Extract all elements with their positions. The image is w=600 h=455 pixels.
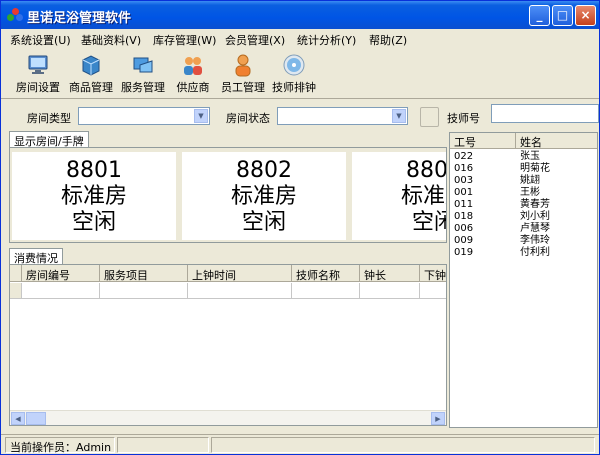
technician-list: 工号 姓名 022 张玉 016 明菊花 003 姚翃 001 王彬 011 黄春芳 01… xyxy=(449,132,598,428)
operator-label: 当前操作员： xyxy=(10,441,76,454)
grid-cell[interactable] xyxy=(188,283,292,299)
grid-cell[interactable] xyxy=(22,283,100,299)
scroll-left-icon[interactable]: ◀ xyxy=(11,412,25,425)
column-header[interactable]: 工号 xyxy=(450,133,516,149)
room-settings-button[interactable]: 房间设置 xyxy=(13,51,63,97)
horizontal-scrollbar[interactable]: ◀ ▶ xyxy=(10,410,446,425)
app-logo-icon xyxy=(7,8,23,22)
monitor-icon xyxy=(26,53,50,77)
close-button[interactable]: × xyxy=(575,5,596,26)
room-number: 8801 xyxy=(66,158,122,183)
list-item[interactable]: 019 付利利 xyxy=(450,247,597,259)
room-status: 空闲 xyxy=(241,210,286,235)
room-number: 8803 xyxy=(406,158,447,183)
clock-disc-icon xyxy=(282,53,306,77)
maximize-button[interactable]: □ xyxy=(552,5,573,26)
grid-cell[interactable] xyxy=(360,283,420,299)
consumption-grid: 房间编号 服务项目 上钟时间 技师名称 钟长 下钟时间 ◀ ▶ xyxy=(9,264,447,426)
grid-cell[interactable] xyxy=(100,283,188,299)
room-card-8803[interactable]: 8803 标准房 空闲 xyxy=(352,152,447,240)
room-type: 标准房 xyxy=(60,184,127,209)
column-header[interactable]: 钟长 xyxy=(360,265,420,282)
room-status: 空闲 xyxy=(411,210,446,235)
room-type-label: 房间类型 xyxy=(27,112,71,125)
technician-number-input[interactable] xyxy=(491,104,599,123)
list-item[interactable]: 009 李伟玲 xyxy=(450,235,597,247)
status-pane xyxy=(211,437,595,453)
tab-show-rooms[interactable]: 显示房间/手牌 xyxy=(9,131,89,148)
technician-list-header: 工号 姓名 xyxy=(450,133,597,149)
employee-management-button[interactable]: 员工管理 xyxy=(217,51,269,97)
title-bar[interactable]: 里诺足浴管理软件 _ □ × xyxy=(1,1,599,29)
row-indicator[interactable] xyxy=(10,283,22,299)
menu-help[interactable]: 帮助(Z) xyxy=(369,32,407,48)
product-management-button[interactable]: 商品管理 xyxy=(65,51,117,97)
column-header[interactable]: 姓名 xyxy=(516,133,597,149)
list-item[interactable]: 001 王彬 xyxy=(450,187,597,199)
toolbar: 房间设置 商品管理 服务管理 供应商 员工管理 技师排钟 xyxy=(1,49,599,99)
service-management-button[interactable]: 服务管理 xyxy=(117,51,169,97)
room-status-label: 房间状态 xyxy=(226,112,270,125)
room-card-8802[interactable]: 8802 标准房 空闲 xyxy=(182,152,346,240)
service-management-label: 服务管理 xyxy=(121,81,165,94)
product-box-icon xyxy=(79,53,103,77)
technician-schedule-button[interactable]: 技师排钟 xyxy=(269,51,319,97)
grid-cell[interactable] xyxy=(292,283,360,299)
list-item[interactable]: 006 卢慧琴 xyxy=(450,223,597,235)
menu-statistics[interactable]: 统计分析(Y) xyxy=(297,32,356,48)
minimize-button[interactable]: _ xyxy=(529,5,550,26)
query-button[interactable] xyxy=(420,107,439,127)
chevron-down-icon[interactable]: ▼ xyxy=(194,109,208,123)
column-header[interactable]: 下钟时间 xyxy=(420,265,446,282)
column-header[interactable]: 房间编号 xyxy=(22,265,100,282)
column-header[interactable]: 服务项目 xyxy=(100,265,188,282)
menu-bar: 系统设置(U) 基础资料(V) 库存管理(W) 会员管理(X) 统计分析(Y) … xyxy=(1,29,599,49)
column-header[interactable]: 上钟时间 xyxy=(188,265,292,282)
list-item[interactable]: 016 明菊花 xyxy=(450,163,597,175)
room-number: 8802 xyxy=(236,158,292,183)
technician-number-label: 技师号 xyxy=(447,112,480,125)
supplier-label: 供应商 xyxy=(176,81,210,94)
room-status: 空闲 xyxy=(71,210,116,235)
room-settings-label: 房间设置 xyxy=(16,81,60,94)
status-pane xyxy=(117,437,209,453)
menu-system-settings[interactable]: 系统设置(U) xyxy=(10,32,71,48)
menu-inventory[interactable]: 库存管理(W) xyxy=(153,32,216,48)
menu-members[interactable]: 会员管理(X) xyxy=(225,32,285,48)
window-title: 里诺足浴管理软件 xyxy=(27,11,132,26)
operator-value: Admin xyxy=(76,441,112,454)
room-card-8801[interactable]: 8801 标准房 空闲 xyxy=(12,152,176,240)
room-panel: 8801 标准房 空闲 8802 标准房 空闲 8803 标准房 空闲 xyxy=(9,147,447,243)
operator-status: 当前操作员：Admin xyxy=(5,437,115,454)
room-status-select[interactable]: ▼ xyxy=(277,107,408,125)
room-type: 标准房 xyxy=(230,184,297,209)
column-header[interactable]: 技师名称 xyxy=(292,265,360,282)
chevron-down-icon[interactable]: ▼ xyxy=(392,109,406,123)
room-type: 标准房 xyxy=(400,184,446,209)
main-window: 里诺足浴管理软件 _ □ × 系统设置(U) 基础资料(V) 库存管理(W) 会… xyxy=(0,0,600,455)
list-item[interactable]: 011 黄春芳 xyxy=(450,199,597,211)
status-bar: 当前操作员：Admin xyxy=(1,434,599,454)
tab-consumption[interactable]: 消费情况 xyxy=(9,248,63,265)
supplier-people-icon xyxy=(181,53,205,77)
technician-schedule-label: 技师排钟 xyxy=(272,81,316,94)
row-indicator-header xyxy=(10,265,22,282)
grid-header: 房间编号 服务项目 上钟时间 技师名称 钟长 下钟时间 xyxy=(10,265,446,282)
employee-management-label: 员工管理 xyxy=(221,81,265,94)
grid-cell[interactable] xyxy=(420,283,446,299)
scroll-right-icon[interactable]: ▶ xyxy=(431,412,445,425)
service-icon xyxy=(131,53,155,77)
list-item[interactable]: 018 刘小利 xyxy=(450,211,597,223)
supplier-button[interactable]: 供应商 xyxy=(171,51,215,97)
scroll-thumb[interactable] xyxy=(26,412,46,425)
room-type-select[interactable]: ▼ xyxy=(78,107,210,125)
list-item[interactable]: 003 姚翃 xyxy=(450,175,597,187)
menu-basic-data[interactable]: 基础资料(V) xyxy=(81,32,141,48)
product-management-label: 商品管理 xyxy=(69,81,113,94)
employee-icon xyxy=(231,53,255,77)
list-item[interactable]: 022 张玉 xyxy=(450,151,597,163)
